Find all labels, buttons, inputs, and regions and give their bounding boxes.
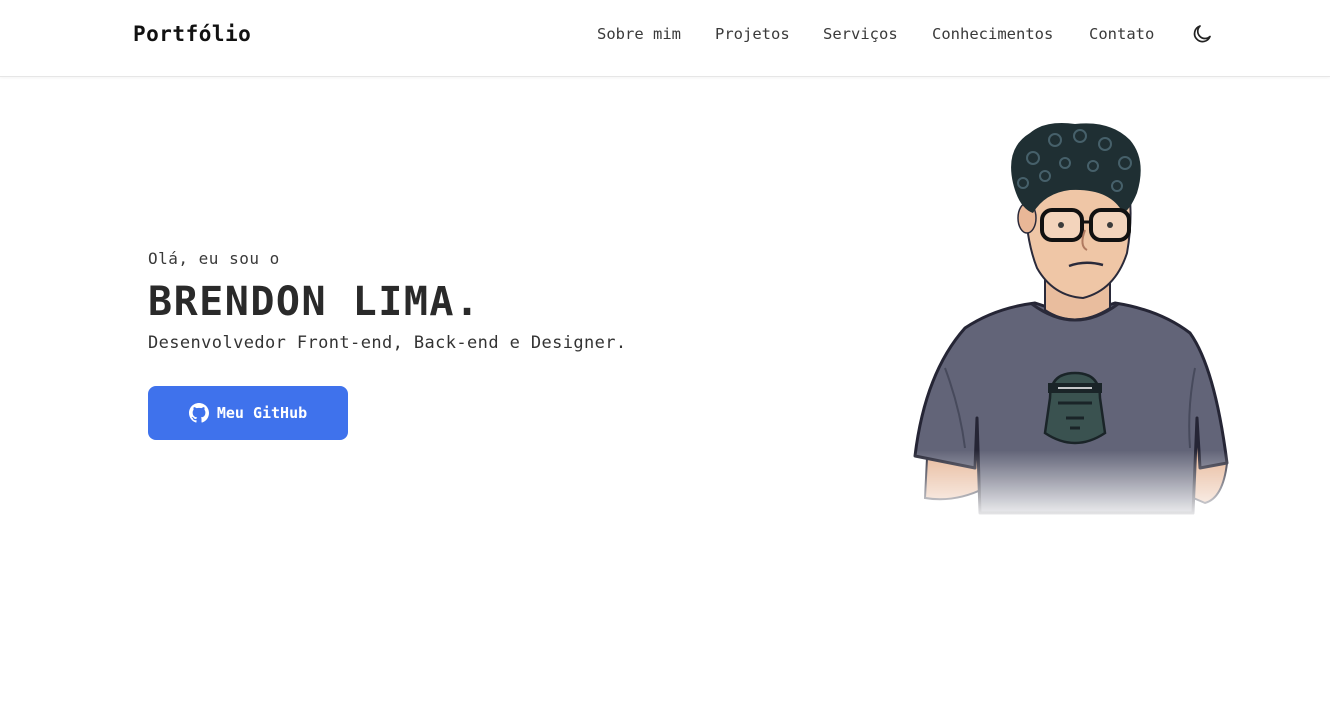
nav-link-sobre-mim[interactable]: Sobre mim <box>597 25 681 43</box>
github-button-label: Meu GitHub <box>216 404 308 422</box>
nav-link-projetos[interactable]: Projetos <box>715 25 790 43</box>
nav-link-servicos[interactable]: Serviços <box>823 25 898 43</box>
nav-link-conhecimentos[interactable]: Conhecimentos <box>932 25 1053 43</box>
nav-link-contato[interactable]: Contato <box>1089 25 1154 43</box>
hero-name: BRENDON LIMA. <box>148 279 481 325</box>
site-logo[interactable]: Portfólio <box>133 22 251 46</box>
github-icon <box>188 403 209 423</box>
hero-greeting: Olá, eu sou o <box>148 249 280 268</box>
github-button[interactable]: Meu GitHub <box>148 386 348 440</box>
site-header: Portfólio Sobre mim Projetos Serviços Co… <box>0 0 1330 77</box>
avatar-illustration <box>905 118 1235 523</box>
moon-icon <box>1193 25 1211 43</box>
hero-subtitle: Desenvolvedor Front-end, Back-end e Desi… <box>148 333 627 353</box>
theme-toggle-button[interactable] <box>1190 22 1214 46</box>
